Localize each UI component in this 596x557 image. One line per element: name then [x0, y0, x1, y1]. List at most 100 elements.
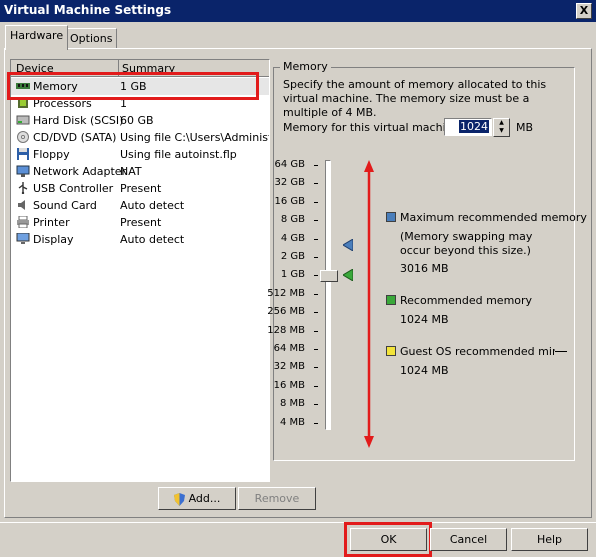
- recommended-marker-icon: [343, 269, 353, 281]
- max-legend-value: 3016 MB: [400, 262, 449, 275]
- max-legend-note: (Memory swapping may occur beyond this s…: [400, 230, 533, 257]
- memory-field-label: Memory for this virtual machine:: [283, 121, 464, 134]
- guest-legend-title: Guest OS recommended minimum: [400, 345, 555, 358]
- tab-options[interactable]: Options: [65, 28, 118, 49]
- scale-tick: [314, 404, 318, 405]
- guest-legend-value: 1024 MB: [400, 364, 449, 377]
- max-legend-swatch: [386, 212, 396, 222]
- scale-tick: [314, 220, 318, 221]
- usb-icon: [18, 182, 28, 194]
- close-button[interactable]: X: [576, 3, 592, 19]
- device-summary: 60 GB: [120, 114, 154, 127]
- device-row-network-adapter[interactable]: Network Adapter NAT: [11, 163, 269, 180]
- memory-slider-track[interactable]: [325, 160, 331, 430]
- scale-label: 256 MB: [267, 306, 305, 317]
- annotation-arrow: [364, 160, 374, 448]
- rec-legend-swatch: [386, 295, 396, 305]
- device-summary: Present: [120, 216, 162, 229]
- cancel-button[interactable]: Cancel: [430, 528, 507, 551]
- device-name: Network Adapter: [33, 165, 127, 178]
- device-name: Sound Card: [33, 199, 97, 212]
- spin-up-icon[interactable]: ▲: [494, 119, 509, 127]
- device-row-floppy[interactable]: Floppy Using file autoinst.flp: [11, 146, 269, 163]
- tab-hardware[interactable]: Hardware: [5, 25, 69, 50]
- memory-slider-thumb[interactable]: [320, 270, 338, 282]
- max-legend-title: Maximum recommended memory: [400, 211, 587, 224]
- memory-input[interactable]: 1024: [444, 118, 492, 136]
- memory-input-value: 1024: [459, 120, 489, 133]
- shield-icon: [173, 492, 185, 506]
- scale-tick: [314, 239, 318, 240]
- cd-dvd-icon: [17, 131, 29, 143]
- hard-disk-icon: [16, 115, 30, 125]
- scale-label: 32 GB: [274, 177, 305, 188]
- title-bar: Virtual Machine Settings X: [0, 0, 596, 22]
- network-adapter-icon: [16, 165, 30, 177]
- device-name: CD/DVD (SATA): [33, 131, 117, 144]
- printer-icon: [17, 216, 29, 228]
- divider: [555, 351, 567, 352]
- highlight-box-memory: [7, 72, 259, 100]
- device-name: Floppy: [33, 148, 70, 161]
- scale-tick: [314, 257, 318, 258]
- scale-tick: [314, 202, 318, 203]
- scale-label: 8 GB: [280, 214, 305, 225]
- scale-label: 64 GB: [274, 159, 305, 170]
- device-summary: Using file autoinst.flp: [120, 148, 237, 161]
- device-row-usb-controller[interactable]: USB Controller Present: [11, 180, 269, 197]
- memory-unit: MB: [516, 121, 534, 134]
- scale-label: 512 MB: [267, 288, 305, 299]
- scale-tick: [314, 386, 318, 387]
- device-row-cd-dvd[interactable]: CD/DVD (SATA) Using file C:\Users\Admini…: [11, 129, 269, 146]
- scale-tick: [314, 331, 318, 332]
- device-summary: Auto detect: [120, 199, 185, 212]
- scale-label: 64 MB: [273, 343, 305, 354]
- display-icon: [16, 233, 30, 244]
- device-name: Printer: [33, 216, 70, 229]
- max-recommended-marker-icon: [343, 239, 353, 251]
- scale-tick: [314, 165, 318, 166]
- sound-card-icon: [18, 200, 25, 210]
- scale-label: 16 GB: [274, 196, 305, 207]
- window-title: Virtual Machine Settings: [4, 3, 172, 17]
- scale-label: 128 MB: [267, 325, 305, 336]
- device-row-hard-disk[interactable]: Hard Disk (SCSI) 60 GB: [11, 112, 269, 129]
- device-list: Device Summary Memory 1 GB Processors 1 …: [10, 59, 270, 482]
- scale-tick: [314, 349, 318, 350]
- device-name: Hard Disk (SCSI): [33, 114, 124, 127]
- floppy-icon: [17, 148, 29, 160]
- device-name: USB Controller: [33, 182, 114, 195]
- help-button[interactable]: Help: [511, 528, 588, 551]
- scale-tick: [314, 183, 318, 184]
- device-summary: Present: [120, 182, 162, 195]
- divider: [0, 522, 596, 523]
- device-summary: Auto detect: [120, 233, 185, 246]
- scale-label: 4 GB: [280, 233, 305, 244]
- scale-label: 16 MB: [273, 380, 305, 391]
- memory-group-title: Memory: [280, 60, 331, 73]
- scale-label: 1 GB: [280, 269, 305, 280]
- add-button[interactable]: Add...: [158, 487, 236, 510]
- device-row-sound-card[interactable]: Sound Card Auto detect: [11, 197, 269, 214]
- scale-tick: [314, 275, 318, 276]
- scale-label: 4 MB: [279, 417, 305, 428]
- device-name: Display: [33, 233, 74, 246]
- guest-legend-swatch: [386, 346, 396, 356]
- rec-legend-value: 1024 MB: [400, 313, 449, 326]
- scale-label: 8 MB: [279, 398, 305, 409]
- spin-down-icon[interactable]: ▼: [494, 127, 509, 135]
- device-row-display[interactable]: Display Auto detect: [11, 231, 269, 248]
- scale-label: 2 GB: [280, 251, 305, 262]
- scale-tick: [314, 294, 318, 295]
- highlight-box-ok: [344, 522, 432, 557]
- device-summary: NAT: [120, 165, 142, 178]
- scale-tick: [314, 312, 318, 313]
- scale-label: 32 MB: [273, 361, 305, 372]
- device-row-printer[interactable]: Printer Present: [11, 214, 269, 231]
- rec-legend-title: Recommended memory: [400, 294, 533, 307]
- memory-spinner[interactable]: ▲ ▼: [493, 118, 510, 137]
- add-button-label: Add...: [188, 492, 221, 505]
- remove-button[interactable]: Remove: [238, 487, 316, 510]
- device-summary: Using file C:\Users\Administrat: [120, 131, 269, 144]
- memory-description: Specify the amount of memory allocated t…: [283, 78, 547, 119]
